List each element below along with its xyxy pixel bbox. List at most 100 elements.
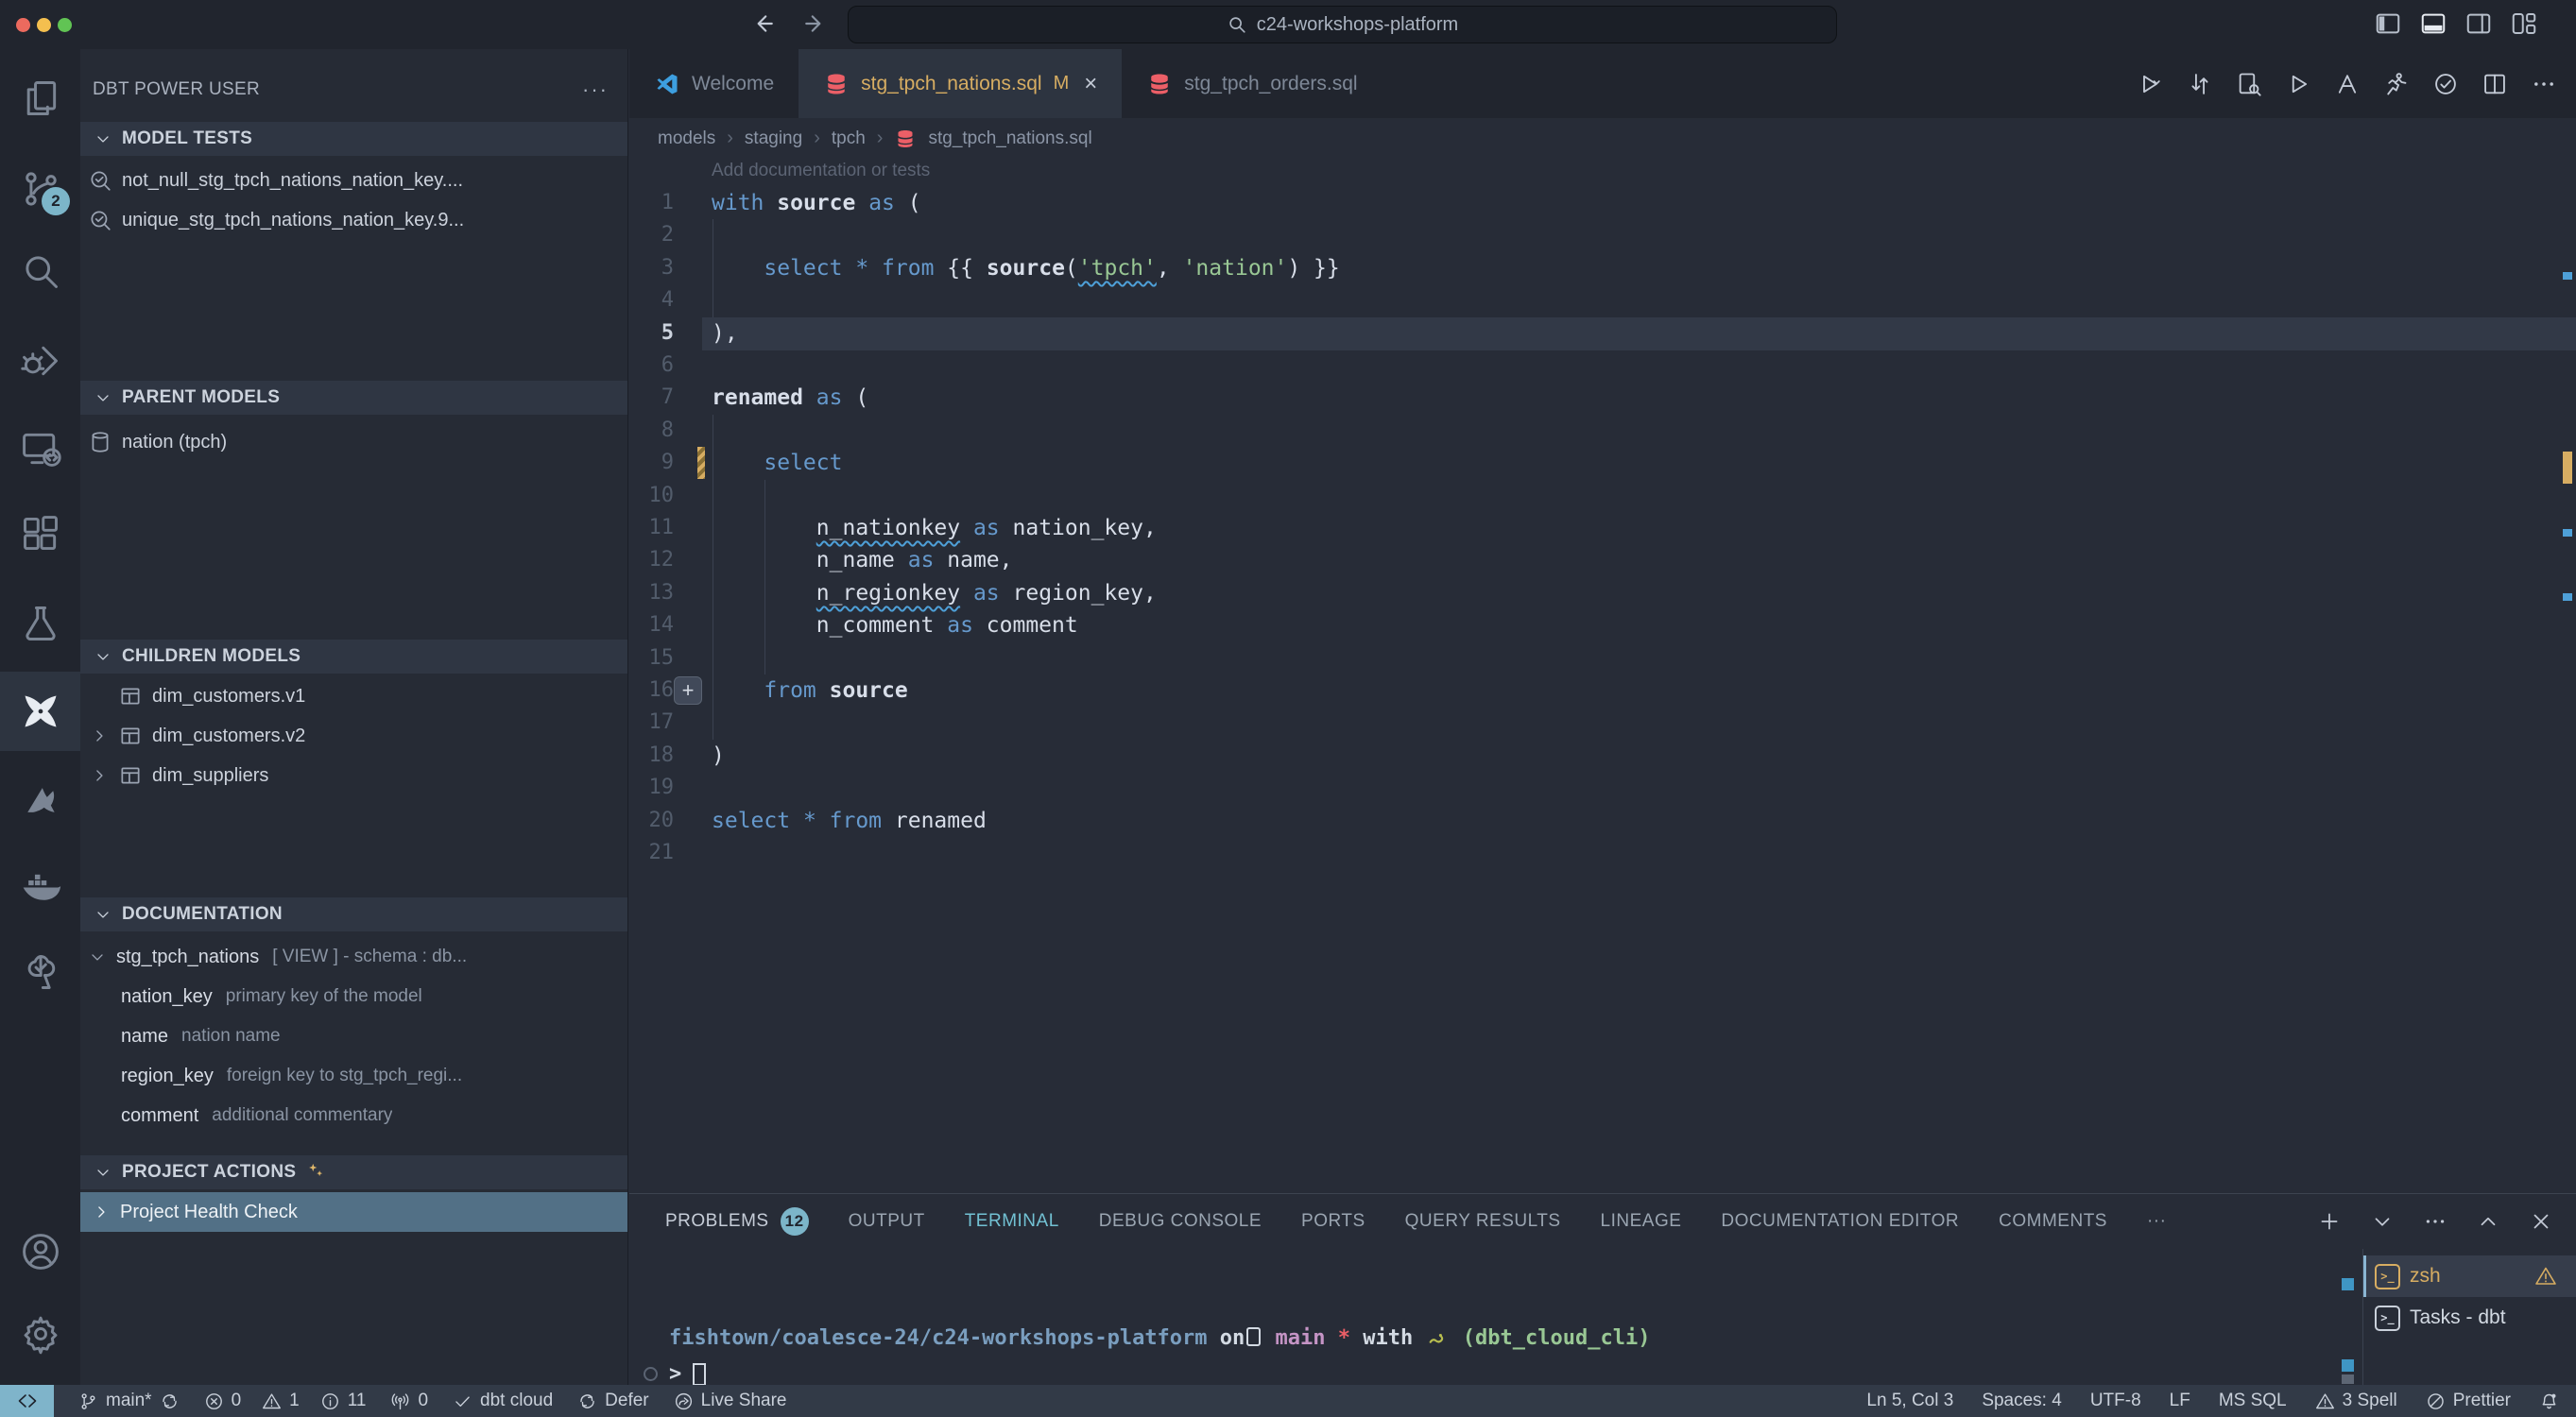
- panel-tab-problems[interactable]: PROBLEMS12: [665, 1207, 809, 1236]
- terminal-list-item-tasks-dbt[interactable]: >_Tasks - dbt: [2363, 1297, 2576, 1339]
- status-item-spell-checker[interactable]: 3 Spell: [2315, 1385, 2397, 1417]
- status-item-formatter[interactable]: Prettier: [2426, 1385, 2511, 1417]
- terminal[interactable]: fishtown/coalesce-24/c24-workshops-platf…: [629, 1249, 2362, 1385]
- close-tab-icon[interactable]: ×: [1084, 71, 1097, 97]
- section-header-children-models[interactable]: CHILDREN MODELS: [80, 640, 627, 674]
- codelens-action[interactable]: Add documentation or tests: [712, 161, 930, 181]
- sidebar-more-icon[interactable]: ···: [582, 77, 609, 102]
- panel-tab-debug-console[interactable]: DEBUG CONSOLE: [1099, 1211, 1262, 1232]
- sidebar-item[interactable]: dim_customers.v1: [80, 676, 627, 716]
- status-item-dbt-cloud[interactable]: dbt cloud: [453, 1385, 553, 1417]
- breadcrumb[interactable]: models›staging›tpch›stg_tpch_nations.sql: [629, 118, 2576, 159]
- runner-icon[interactable]: [2383, 71, 2410, 97]
- status-item-ports-forwarded[interactable]: 0: [390, 1385, 428, 1417]
- panel-tab--[interactable]: ···: [2147, 1211, 2166, 1232]
- customize-layout-icon[interactable]: [2510, 9, 2538, 38]
- back-icon[interactable]: [747, 8, 779, 40]
- activity-bar-item-dbt[interactable]: [0, 770, 80, 830]
- toggle-panel-icon[interactable]: [2419, 9, 2447, 38]
- sidebar-item[interactable]: nation (tpch): [80, 422, 627, 462]
- status-item-cursor-position[interactable]: Ln 5, Col 3: [1866, 1385, 1953, 1417]
- status-item-eol[interactable]: LF: [2170, 1385, 2190, 1417]
- doc-model-row[interactable]: stg_tpch_nations[ VIEW ] - schema : db..…: [80, 937, 627, 977]
- status-item-indentation[interactable]: Spaces: 4: [1982, 1385, 2062, 1417]
- forward-icon[interactable]: [799, 8, 832, 40]
- activity-bar-item-dbt-power-user[interactable]: [0, 681, 80, 742]
- compare-arrows-icon[interactable]: [2187, 71, 2213, 97]
- breadcrumb-file[interactable]: stg_tpch_nations.sql: [928, 128, 1091, 149]
- sidebar-item[interactable]: Project Health Check: [80, 1192, 627, 1232]
- doc-field-row[interactable]: commentadditional commentary: [80, 1096, 627, 1135]
- status-item-notifications[interactable]: [2539, 1385, 2559, 1417]
- terminal-list-item-zsh[interactable]: >_zsh: [2363, 1255, 2576, 1297]
- sidebar-item[interactable]: dim_suppliers: [80, 756, 627, 795]
- beaker-icon: [20, 603, 61, 644]
- status-item-encoding[interactable]: UTF-8: [2090, 1385, 2141, 1417]
- chevron-up-icon[interactable]: [2476, 1209, 2500, 1234]
- section-header-project-actions[interactable]: PROJECT ACTIONS: [80, 1155, 627, 1189]
- command-center-search[interactable]: c24-workshops-platform: [848, 6, 1837, 43]
- close-icon[interactable]: [2529, 1209, 2553, 1234]
- activity-bar-item-run-and-debug[interactable]: [0, 331, 80, 391]
- breadcrumb-item[interactable]: tpch: [832, 128, 866, 149]
- editor-tab-welcome[interactable]: Welcome: [629, 49, 799, 118]
- activity-bar-item-extensions[interactable]: [0, 504, 80, 564]
- panel-tab-comments[interactable]: COMMENTS: [1999, 1211, 2107, 1232]
- add-column-docs-button[interactable]: +: [674, 676, 702, 705]
- sidebar-item[interactable]: unique_stg_tpch_nations_nation_key.9...: [80, 200, 627, 240]
- activity-bar-item-search[interactable]: [0, 241, 80, 301]
- activity-bar-item-accounts[interactable]: [0, 1221, 80, 1282]
- activity-bar-item-source-control[interactable]: 2: [0, 159, 80, 219]
- status-item-live-share[interactable]: Live Share: [674, 1385, 787, 1417]
- play-icon[interactable]: [2285, 71, 2311, 97]
- code-line: with source as (: [712, 187, 921, 219]
- panel-tab-output[interactable]: OUTPUT: [849, 1211, 925, 1232]
- toggle-sidebar-icon[interactable]: [2374, 9, 2402, 38]
- toggle-secondary-sidebar-icon[interactable]: [2464, 9, 2493, 38]
- plus-icon[interactable]: [2317, 1209, 2342, 1234]
- code-editor[interactable]: Add documentation or tests1with source a…: [629, 159, 2576, 1193]
- section-header-documentation[interactable]: DOCUMENTATION: [80, 897, 627, 931]
- breadcrumb-item[interactable]: models: [658, 128, 715, 149]
- panel-tab-query-results[interactable]: QUERY RESULTS: [1405, 1211, 1561, 1232]
- status-item-defer[interactable]: Defer: [577, 1385, 648, 1417]
- section-header-model-tests[interactable]: MODEL TESTS: [80, 122, 627, 156]
- more-icon[interactable]: [2531, 71, 2557, 97]
- remote-indicator[interactable]: [0, 1385, 54, 1417]
- sidebar-item[interactable]: not_null_stg_tpch_nations_nation_key....: [80, 161, 627, 200]
- close-button[interactable]: [16, 18, 30, 32]
- activity-bar-item-explorer[interactable]: [0, 68, 80, 128]
- activity-bar-item-project-tree[interactable]: [0, 942, 80, 1002]
- editor-tab-stg_tpch_nations-sql[interactable]: stg_tpch_nations.sqlM×: [799, 49, 1122, 118]
- run-dropdown-icon[interactable]: [2138, 71, 2164, 97]
- chevron-down-icon[interactable]: [2370, 1209, 2395, 1234]
- file-search-icon[interactable]: [2236, 71, 2262, 97]
- breadcrumb-item[interactable]: staging: [745, 128, 802, 149]
- dbt-a-icon[interactable]: [2334, 71, 2361, 97]
- activity-bar-item-testing[interactable]: [0, 593, 80, 654]
- status-item-git-branch[interactable]: main*: [78, 1385, 180, 1417]
- code-line: select * from {{ source('tpch', 'nation'…: [712, 252, 1340, 284]
- sidebar-item[interactable]: dim_customers.v2: [80, 716, 627, 756]
- status-item-language-mode[interactable]: MS SQL: [2219, 1385, 2287, 1417]
- panel-tab-documentation-editor[interactable]: DOCUMENTATION EDITOR: [1721, 1211, 1959, 1232]
- minimize-button[interactable]: [37, 18, 51, 32]
- zoom-button[interactable]: [58, 18, 72, 32]
- panel-tab-terminal[interactable]: TERMINAL: [965, 1211, 1059, 1232]
- split-editor-icon[interactable]: [2482, 71, 2508, 97]
- activity-bar-item-docker[interactable]: [0, 857, 80, 917]
- section-header-parent-models[interactable]: PARENT MODELS: [80, 381, 627, 415]
- status-item-problems-summary[interactable]: 0111: [204, 1385, 367, 1417]
- terminal-input[interactable]: >: [644, 1362, 706, 1386]
- more-icon[interactable]: [2423, 1209, 2447, 1234]
- doc-field-row[interactable]: nation_keyprimary key of the model: [80, 977, 627, 1016]
- doc-field-row[interactable]: namenation name: [80, 1016, 627, 1056]
- check-circle-icon[interactable]: [2432, 71, 2459, 97]
- doc-field-row[interactable]: region_keyforeign key to stg_tpch_regi..…: [80, 1056, 627, 1096]
- activity-bar-item-remote-explorer[interactable]: [0, 418, 80, 479]
- activity-bar-item-settings[interactable]: [0, 1304, 80, 1364]
- chevron-down-icon: [94, 129, 112, 148]
- panel-tab-lineage[interactable]: LINEAGE: [1601, 1211, 1682, 1232]
- panel-tab-ports[interactable]: PORTS: [1301, 1211, 1365, 1232]
- editor-tab-stg_tpch_orders-sql[interactable]: stg_tpch_orders.sql: [1122, 49, 1382, 118]
